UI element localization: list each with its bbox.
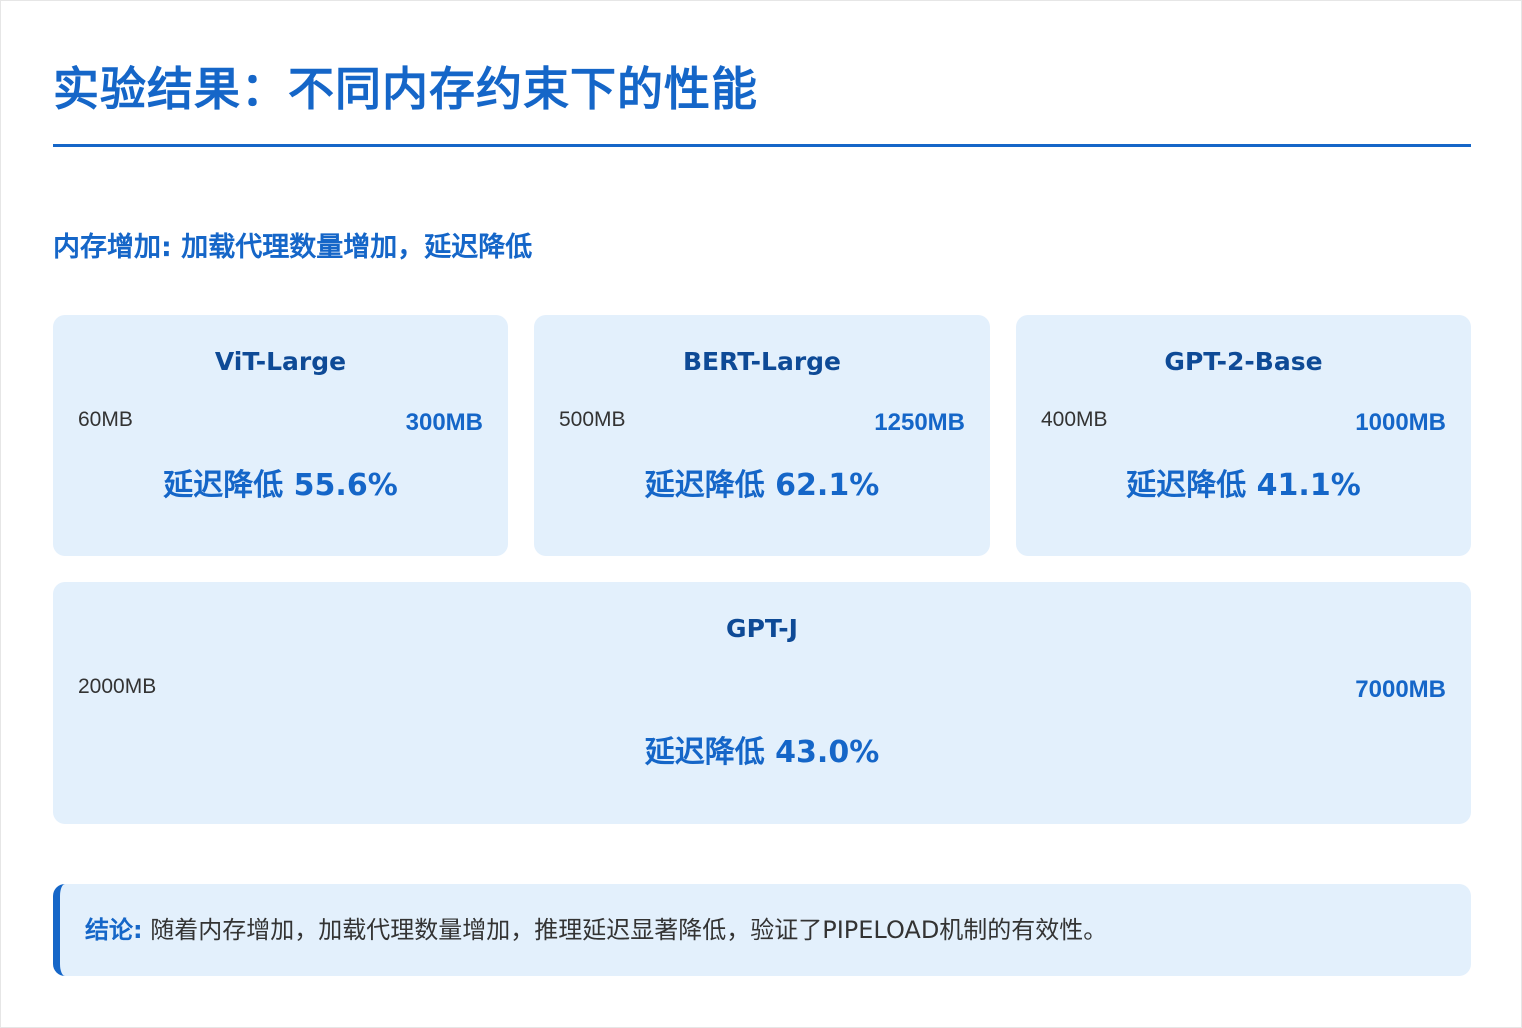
- latency-reduction: 延迟降低 62.1%: [644, 468, 880, 503]
- slide: 实验结果：不同内存约束下的性能 内存增加: 加载代理数量增加，延迟降低 ViT-…: [0, 0, 1522, 1028]
- memory-high: 1000MB: [1355, 409, 1446, 436]
- model-card-gpt-j: GPT-J 2000MB 7000MB 延迟降低 43.0%: [53, 582, 1471, 824]
- model-card-gpt-2-base: GPT-2-Base 400MB 1000MB 延迟降低 41.1%: [1016, 315, 1471, 556]
- memory-low: 60MB: [78, 408, 133, 431]
- latency-reduction: 延迟降低 43.0%: [644, 735, 880, 770]
- conclusion-body: 随着内存增加，加载代理数量增加，推理延迟显著降低，验证了PIPELOAD机制的有…: [142, 916, 1108, 944]
- conclusion-label: 结论:: [85, 916, 143, 944]
- latency-reduction: 延迟降低 55.6%: [163, 468, 398, 503]
- memory-high: 7000MB: [1355, 676, 1446, 703]
- model-name: ViT-Large: [214, 347, 347, 376]
- model-name: GPT-2-Base: [1164, 347, 1323, 376]
- model-name: GPT-J: [726, 614, 798, 643]
- conclusion-text: 结论: 随着内存增加，加载代理数量增加，推理延迟显著降低，验证了PIPELOAD…: [85, 912, 1107, 948]
- model-card-bert-large: BERT-Large 500MB 1250MB 延迟降低 62.1%: [534, 315, 990, 556]
- memory-low: 400MB: [1041, 408, 1108, 431]
- section-subtitle: 内存增加: 加载代理数量增加，延迟降低: [53, 232, 533, 263]
- model-name: BERT-Large: [683, 347, 841, 376]
- memory-high: 1250MB: [874, 409, 965, 436]
- latency-reduction: 延迟降低 41.1%: [1126, 468, 1361, 503]
- memory-low: 500MB: [559, 408, 626, 431]
- conclusion-box: 结论: 随着内存增加，加载代理数量增加，推理延迟显著降低，验证了PIPELOAD…: [53, 884, 1471, 976]
- model-card-vit-large: ViT-Large 60MB 300MB 延迟降低 55.6%: [53, 315, 508, 556]
- memory-high: 300MB: [405, 409, 483, 436]
- memory-low: 2000MB: [78, 675, 157, 698]
- page-title: 实验结果：不同内存约束下的性能: [53, 62, 758, 116]
- title-divider: [53, 144, 1471, 147]
